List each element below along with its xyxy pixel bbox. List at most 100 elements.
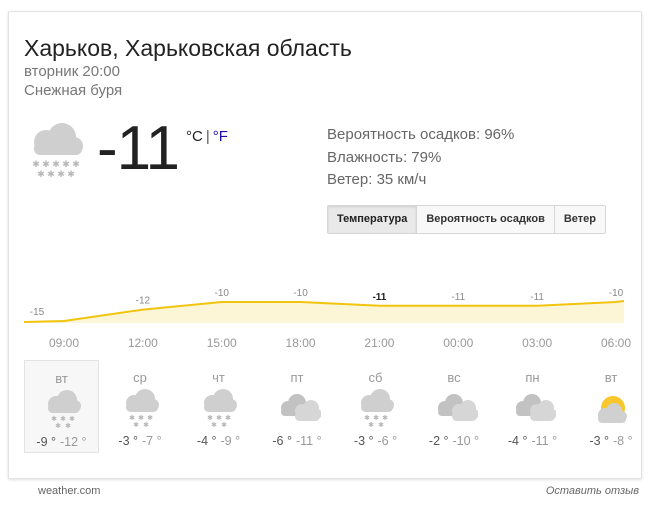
svg-text:✱: ✱ bbox=[67, 170, 75, 180]
forecast-day-name: пн bbox=[525, 370, 540, 385]
svg-text:✱: ✱ bbox=[47, 170, 55, 180]
snow-cloud-icon: ✱ ✱ ✱✱ ✱ bbox=[125, 389, 159, 428]
forecast-high: -4 ° bbox=[196, 434, 217, 448]
forecast-day[interactable]: пн -4 ° -11 ° bbox=[495, 360, 570, 453]
chart-value-label: -12 bbox=[136, 296, 151, 307]
humidity: Влажность: 79% bbox=[327, 148, 442, 166]
forecast-low: -11 ° bbox=[531, 434, 558, 448]
chart-value-label: -10 bbox=[609, 288, 624, 299]
forecast-high: -4 ° bbox=[507, 434, 528, 448]
svg-text:✱: ✱ bbox=[72, 160, 80, 170]
forecast-low: -9 ° bbox=[220, 434, 241, 448]
forecast-day[interactable]: вт ✱ ✱ ✱ ✱ ✱ -9 ° -12 ° bbox=[24, 360, 99, 453]
temperature-chart: -15 -12 -10 -10 -11 -11 -11 -10 09:00 12:00 15:00 1… bbox=[23, 288, 631, 350]
svg-text:✱: ✱ bbox=[65, 422, 71, 429]
forecast-day-name: вт bbox=[55, 371, 68, 386]
current-temperature: -11 bbox=[97, 114, 180, 183]
forecast-day[interactable]: ср ✱ ✱ ✱ ✱ ✱ -3 ° -7 ° bbox=[103, 360, 178, 453]
forecast-day[interactable]: вт -3 ° -8 ° bbox=[574, 360, 649, 453]
forecast-day-name: пт bbox=[290, 370, 304, 385]
svg-text:✱: ✱ bbox=[368, 421, 374, 428]
snow-cloud-icon: ✱ ✱ ✱✱ ✱ bbox=[48, 390, 81, 429]
forecast-temps: -6 ° -11 ° bbox=[260, 434, 335, 448]
tab-temperature[interactable]: Температура bbox=[328, 206, 417, 233]
unit-celsius[interactable]: °C bbox=[186, 128, 203, 145]
cloudy-icon bbox=[280, 394, 321, 421]
weather-details: Вероятность осадков: 96% Влажность: 79% … bbox=[327, 124, 514, 192]
svg-text:✱: ✱ bbox=[62, 160, 70, 170]
chart-value-label: -10 bbox=[293, 288, 308, 299]
chart-value-label: -15 bbox=[30, 307, 45, 318]
snow-cloud-icon: ✱ ✱ ✱✱ ✱ bbox=[361, 389, 394, 428]
chart-area bbox=[24, 301, 624, 323]
svg-text:✱: ✱ bbox=[221, 421, 227, 428]
chart-x-tick-label: 18:00 bbox=[286, 336, 316, 350]
forecast-low: -12 ° bbox=[60, 435, 87, 449]
cloudy-icon bbox=[437, 394, 478, 421]
chart-x-tick-label: 06:00 bbox=[601, 336, 631, 350]
cloudy-icon bbox=[516, 394, 556, 421]
forecast-low: -7 ° bbox=[142, 434, 162, 448]
chart-value-label: -11 bbox=[530, 292, 544, 303]
svg-text:✱: ✱ bbox=[52, 160, 60, 170]
forecast-high: -6 ° bbox=[272, 434, 292, 448]
tab-wind[interactable]: Ветер bbox=[553, 206, 605, 233]
chart-tabs: Температура Вероятность осадков Ветер bbox=[327, 205, 606, 234]
chart-value-label: -10 bbox=[214, 288, 229, 299]
forecast-temps: -4 ° -11 ° bbox=[495, 434, 570, 448]
chart-x-tick-label: 00:00 bbox=[443, 336, 473, 350]
forecast-low: -11 ° bbox=[295, 434, 322, 448]
forecast-high: -3 ° bbox=[353, 434, 374, 448]
chart-value-label: -11 bbox=[451, 292, 465, 303]
forecast-day-name: вт bbox=[604, 370, 618, 385]
forecast-temps: -9 ° -12 ° bbox=[25, 435, 98, 449]
chart-x-tick-label: 15:00 bbox=[207, 336, 237, 350]
precipitation-chance: Вероятность осадков: 96% bbox=[327, 126, 515, 143]
forecast-high: -2 ° bbox=[428, 434, 449, 448]
feedback-link[interactable]: Оставить отзыв bbox=[546, 485, 639, 497]
svg-text:✱: ✱ bbox=[42, 160, 50, 170]
forecast-temps: -2 ° -10 ° bbox=[417, 434, 492, 448]
source-label: weather.com bbox=[38, 485, 101, 497]
condition-label: Снежная буря bbox=[24, 82, 123, 99]
forecast-day-name: вс bbox=[447, 370, 461, 385]
forecast-day[interactable]: пт -6 ° -11 ° bbox=[260, 360, 335, 453]
svg-text:✱: ✱ bbox=[55, 422, 61, 429]
forecast-low: -10 ° bbox=[452, 434, 480, 448]
chart-x-tick-label: 03:00 bbox=[522, 336, 552, 350]
svg-text:✱: ✱ bbox=[211, 421, 217, 428]
svg-text:✱: ✱ bbox=[37, 170, 45, 180]
forecast-high: -3 ° bbox=[118, 434, 138, 448]
chart-x-tick-label: 21:00 bbox=[364, 336, 394, 350]
partly-sunny-icon bbox=[597, 396, 627, 423]
unit-separator: | bbox=[205, 128, 210, 145]
forecast-temps: -3 ° -8 ° bbox=[574, 434, 649, 448]
forecast-low: -6 ° bbox=[377, 434, 398, 448]
forecast-day-name: ср bbox=[133, 370, 147, 385]
unit-switch: °C | °F bbox=[186, 128, 228, 145]
time-label: вторник 20:00 bbox=[24, 63, 120, 80]
location-title: Харьков, Харьковская область bbox=[24, 35, 352, 61]
chart-x-tick-label: 09:00 bbox=[49, 336, 79, 350]
svg-text:✱: ✱ bbox=[378, 421, 384, 428]
forecast-high: -9 ° bbox=[36, 435, 57, 449]
unit-fahrenheit[interactable]: °F bbox=[213, 128, 228, 145]
svg-text:✱: ✱ bbox=[57, 170, 65, 180]
forecast-high: -3 ° bbox=[589, 434, 609, 448]
forecast-temps: -3 ° -6 ° bbox=[338, 434, 413, 448]
forecast-day[interactable]: вс -2 ° -10 ° bbox=[417, 360, 492, 453]
chart-x-tick-label: 12:00 bbox=[128, 336, 158, 350]
snow-cloud-icon: ✱ ✱ ✱✱ ✱ bbox=[204, 389, 237, 428]
forecast-temps: -3 ° -7 ° bbox=[103, 434, 178, 448]
wind: Ветер: 35 км/ч bbox=[327, 171, 427, 188]
chart-value-label: -11 bbox=[372, 292, 386, 303]
snow-cloud-icon: ✱ ✱ ✱ ✱ ✱ ✱ ✱ ✱ ✱ bbox=[32, 123, 83, 180]
svg-text:✱: ✱ bbox=[143, 421, 149, 428]
forecast-day[interactable]: сб ✱ ✱ ✱ ✱ ✱ -3 ° -6 ° bbox=[338, 360, 413, 453]
svg-text:✱: ✱ bbox=[32, 160, 40, 170]
tab-precipitation[interactable]: Вероятность осадков bbox=[416, 206, 554, 233]
forecast-day[interactable]: чт ✱ ✱ ✱ ✱ ✱ -4 ° -9 ° bbox=[181, 360, 256, 453]
forecast-low: -8 ° bbox=[613, 434, 633, 448]
forecast-day-name: сб bbox=[368, 370, 383, 385]
svg-text:✱: ✱ bbox=[133, 421, 139, 428]
